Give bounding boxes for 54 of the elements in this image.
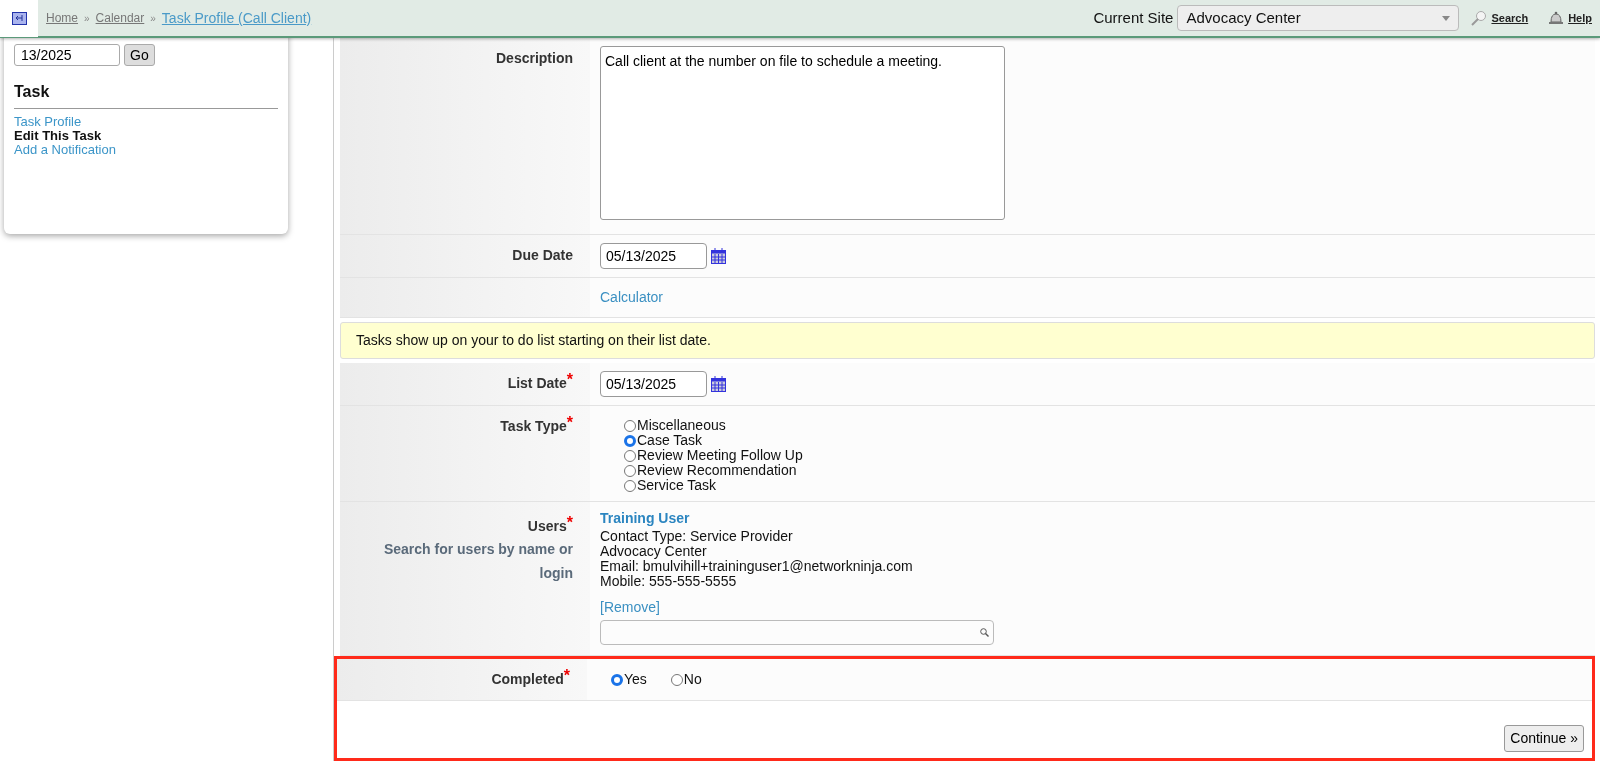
date-field[interactable]: 05/13/2025 — [600, 243, 707, 269]
calendar-icon — [711, 376, 726, 392]
search-icon — [1471, 10, 1488, 26]
description-field[interactable]: Call client at the number on file to schedule a meeting. — [600, 46, 1005, 220]
calculator-link[interactable]: Calculator — [600, 289, 664, 305]
breadcrumb-link[interactable]: Home — [46, 9, 78, 27]
field-label: Description — [496, 50, 573, 66]
user-detail: Advocacy Center — [600, 544, 708, 559]
radio-button[interactable] — [624, 479, 636, 492]
sidebar-link[interactable]: Task Profile — [14, 115, 82, 129]
required-icon: * — [563, 667, 570, 684]
sidebar-link[interactable]: Edit This Task — [14, 129, 102, 143]
caret-icon — [1442, 15, 1451, 21]
required-icon: * — [566, 371, 573, 388]
date-field[interactable]: 05/13/2025 — [600, 371, 707, 397]
radio-button[interactable] — [624, 434, 636, 447]
required-icon: * — [566, 514, 573, 531]
radio-label[interactable]: Yes — [624, 672, 647, 687]
site-label: Current Site — [1093, 7, 1174, 28]
user-link[interactable]: Training User — [600, 510, 690, 526]
continue-button[interactable]: Continue » — [1504, 725, 1584, 752]
field-label: Due Date — [512, 247, 573, 263]
remove-link[interactable]: [Remove] — [600, 597, 660, 618]
breadcrumb-separator: » — [150, 11, 156, 26]
app-icon[interactable] — [11, 11, 27, 25]
user-detail: Contact Type: Service Provider — [600, 529, 794, 544]
radio-button[interactable] — [670, 673, 683, 686]
user-search-field[interactable] — [600, 620, 994, 645]
radio-button[interactable] — [624, 449, 636, 462]
site-select[interactable]: Advocacy Center — [1177, 5, 1460, 31]
radio-button[interactable] — [624, 464, 636, 477]
search-link[interactable]: Search — [1471, 9, 1529, 27]
user-detail: Mobile: 555-555-5555 — [600, 574, 737, 589]
user-detail: Email: bmulvihill+traininguser1@networkninja.com — [600, 559, 914, 574]
search-icon — [980, 628, 989, 637]
breadcrumb-separator: » — [84, 11, 90, 26]
search-hint: Search for users by name or login — [382, 540, 573, 583]
radio-label[interactable]: Service Task — [637, 478, 717, 493]
radio-button[interactable] — [624, 419, 636, 432]
date-field[interactable]: 13/2025 — [14, 44, 120, 66]
radio-label[interactable]: No — [683, 672, 702, 687]
radio-label[interactable]: Miscellaneous — [637, 418, 726, 433]
breadcrumb-link[interactable]: Calendar — [95, 9, 145, 27]
radio-label[interactable]: Review Recommendation — [637, 463, 797, 478]
radio-label[interactable]: Review Meeting Follow Up — [637, 448, 803, 463]
radio-button[interactable] — [611, 673, 623, 686]
go-button[interactable]: Go — [124, 44, 155, 66]
required-icon: * — [566, 414, 573, 431]
radio-label[interactable]: Case Task — [637, 433, 703, 448]
sidebar-title: Task — [14, 80, 278, 109]
bell-icon — [1548, 11, 1565, 25]
help-link[interactable]: Help — [1548, 9, 1592, 27]
calendar-icon — [711, 248, 726, 264]
notice-banner: Tasks show up on your to do list starting on their list date. — [340, 322, 1595, 359]
